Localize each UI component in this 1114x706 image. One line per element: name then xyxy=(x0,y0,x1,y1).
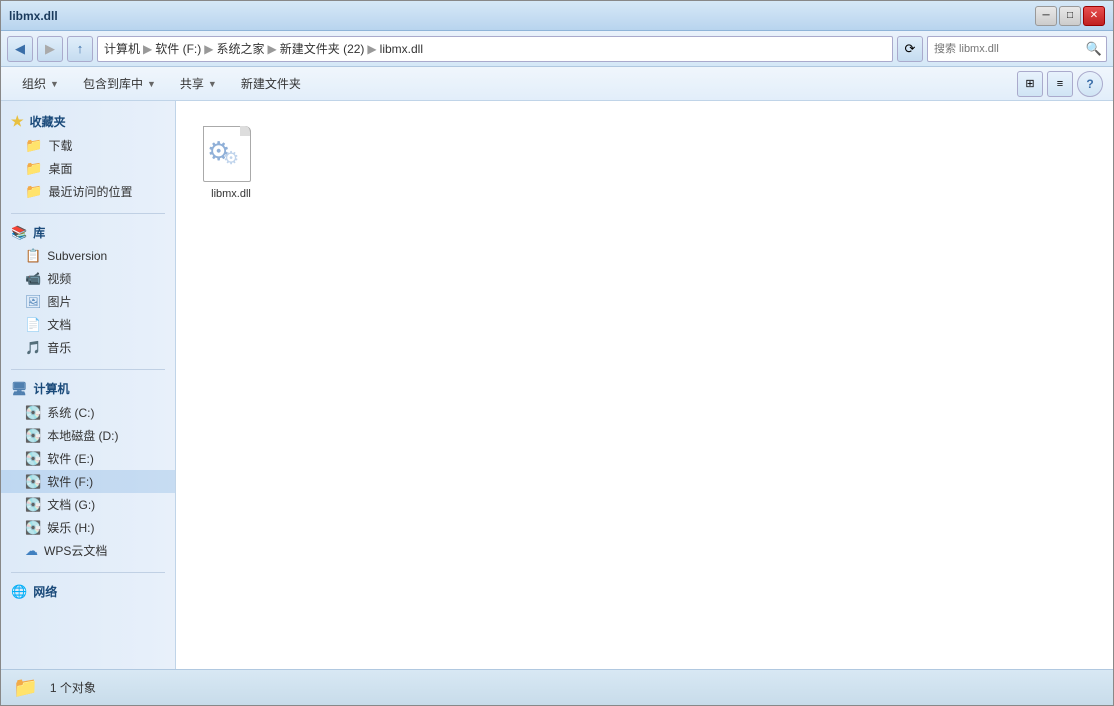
lib-icon: 📄 xyxy=(25,317,41,333)
sidebar-item-drive-d[interactable]: 💽 本地磁盘 (D:) xyxy=(1,424,175,447)
sidebar-item-drive-c[interactable]: 💽 系统 (C:) xyxy=(1,401,175,424)
window-controls: ─ □ ✕ xyxy=(1035,6,1105,26)
toolbar-right: ⊞ ≡ ? xyxy=(1017,71,1103,97)
search-bar: 🔍 xyxy=(927,36,1107,62)
back-button[interactable]: ◀ xyxy=(7,36,33,62)
favorites-header: ★ 收藏夹 xyxy=(1,109,175,134)
status-text: 1 个对象 xyxy=(50,679,96,696)
dll-icon: ⚙ ⚙ xyxy=(203,122,259,182)
breadcrumb-folder2[interactable]: 新建文件夹 (22) xyxy=(280,40,365,57)
sidebar-item-music[interactable]: 🎵 音乐 xyxy=(1,336,175,359)
sidebar-item-drive-e[interactable]: 💽 软件 (E:) xyxy=(1,447,175,470)
network-icon: 🌐 xyxy=(11,584,27,600)
computer-icon: 🖥 xyxy=(11,381,28,397)
folder-icon: 📁 xyxy=(25,183,42,200)
drive-icon: 💽 xyxy=(25,451,41,467)
network-header: 🌐 网络 xyxy=(1,579,175,604)
folder-icon: 📁 xyxy=(25,137,42,154)
close-button[interactable]: ✕ xyxy=(1083,6,1105,26)
main-area: ★ 收藏夹 📁 下载 📁 桌面 📁 最近访问的位置 📚 库 xyxy=(1,101,1113,669)
library-header: 📚 库 xyxy=(1,220,175,245)
search-input[interactable] xyxy=(928,43,1082,55)
lib-icon: 📋 xyxy=(25,248,41,264)
sidebar-item-wps[interactable]: ☁ WPS云文档 xyxy=(1,539,175,562)
view-options-button[interactable]: ⊞ xyxy=(1017,71,1043,97)
breadcrumb-computer[interactable]: 计算机 xyxy=(104,40,140,57)
music-icon: 🎵 xyxy=(25,340,41,356)
drive-icon: 💽 xyxy=(25,428,41,444)
sidebar-item-download[interactable]: 📁 下载 xyxy=(1,134,175,157)
share-button[interactable]: 共享 ▼ xyxy=(169,71,228,97)
sidebar-item-desktop[interactable]: 📁 桌面 xyxy=(1,157,175,180)
file-item-libmx[interactable]: ⚙ ⚙ libmx.dll xyxy=(191,116,271,204)
sidebar-item-subversion[interactable]: 📋 Subversion xyxy=(1,245,175,267)
network-section: 🌐 网络 xyxy=(1,579,175,604)
breadcrumb-file[interactable]: libmx.dll xyxy=(380,42,423,56)
gear-small-icon: ⚙ xyxy=(223,148,239,169)
drive-icon: 💽 xyxy=(25,497,41,513)
computer-section: 🖥 计算机 💽 系统 (C:) 💽 本地磁盘 (D:) 💽 软件 (E:) 💽 … xyxy=(1,376,175,562)
breadcrumb-folder1[interactable]: 系统之家 xyxy=(216,40,264,57)
file-area: ⚙ ⚙ libmx.dll xyxy=(176,101,1113,669)
sidebar-divider-3 xyxy=(11,572,165,573)
view-toggle-button[interactable]: ≡ xyxy=(1047,71,1073,97)
status-folder-icon: 📁 xyxy=(13,675,38,700)
minimize-button[interactable]: ─ xyxy=(1035,6,1057,26)
sidebar-item-documents[interactable]: 📄 文档 xyxy=(1,313,175,336)
star-icon: ★ xyxy=(11,113,24,130)
sidebar-divider-1 xyxy=(11,213,165,214)
toolbar: 组织 ▼ 包含到库中 ▼ 共享 ▼ 新建文件夹 ⊞ ≡ ? xyxy=(1,67,1113,101)
up-button[interactable]: ↑ xyxy=(67,36,93,62)
help-button[interactable]: ? xyxy=(1077,71,1103,97)
file-icon-dll: ⚙ ⚙ xyxy=(199,120,263,184)
sidebar-item-recent[interactable]: 📁 最近访问的位置 xyxy=(1,180,175,203)
file-name: libmx.dll xyxy=(211,188,251,200)
cloud-icon: ☁ xyxy=(25,543,38,559)
lib-icon: 🖼 xyxy=(25,294,42,310)
drive-icon: 💽 xyxy=(25,405,41,421)
drive-icon: 💽 xyxy=(25,520,41,536)
library-icon: 📚 xyxy=(11,225,27,241)
window-title: libmx.dll xyxy=(9,9,58,23)
computer-header: 🖥 计算机 xyxy=(1,376,175,401)
sidebar-item-video[interactable]: 📹 视频 xyxy=(1,267,175,290)
sidebar-item-drive-f[interactable]: 💽 软件 (F:) xyxy=(1,470,175,493)
add-to-library-button[interactable]: 包含到库中 ▼ xyxy=(72,71,167,97)
title-bar: libmx.dll ─ □ ✕ xyxy=(1,1,1113,31)
lib-icon: 📹 xyxy=(25,271,41,287)
sidebar-item-pictures[interactable]: 🖼 图片 xyxy=(1,290,175,313)
maximize-button[interactable]: □ xyxy=(1059,6,1081,26)
sidebar: ★ 收藏夹 📁 下载 📁 桌面 📁 最近访问的位置 📚 库 xyxy=(1,101,176,669)
address-bar: ◀ ▶ ↑ 计算机 ▶ 软件 (F:) ▶ 系统之家 ▶ 新建文件夹 (22) … xyxy=(1,31,1113,67)
forward-button[interactable]: ▶ xyxy=(37,36,63,62)
breadcrumb-drive[interactable]: 软件 (F:) xyxy=(155,40,201,57)
sidebar-divider-2 xyxy=(11,369,165,370)
refresh-button[interactable]: ⟳ xyxy=(897,36,923,62)
organize-button[interactable]: 组织 ▼ xyxy=(11,71,70,97)
favorites-section: ★ 收藏夹 📁 下载 📁 桌面 📁 最近访问的位置 xyxy=(1,109,175,203)
breadcrumb[interactable]: 计算机 ▶ 软件 (F:) ▶ 系统之家 ▶ 新建文件夹 (22) ▶ libm… xyxy=(97,36,893,62)
library-section: 📚 库 📋 Subversion 📹 视频 🖼 图片 📄 文档 🎵 音乐 xyxy=(1,220,175,359)
search-icon[interactable]: 🔍 xyxy=(1082,37,1106,61)
sidebar-item-drive-h[interactable]: 💽 娱乐 (H:) xyxy=(1,516,175,539)
status-bar: 📁 1 个对象 xyxy=(1,669,1113,705)
drive-active-icon: 💽 xyxy=(25,474,41,490)
new-folder-button[interactable]: 新建文件夹 xyxy=(230,71,312,97)
file-grid: ⚙ ⚙ libmx.dll xyxy=(191,116,1098,654)
folder-icon: 📁 xyxy=(25,160,42,177)
sidebar-item-drive-g[interactable]: 💽 文档 (G:) xyxy=(1,493,175,516)
